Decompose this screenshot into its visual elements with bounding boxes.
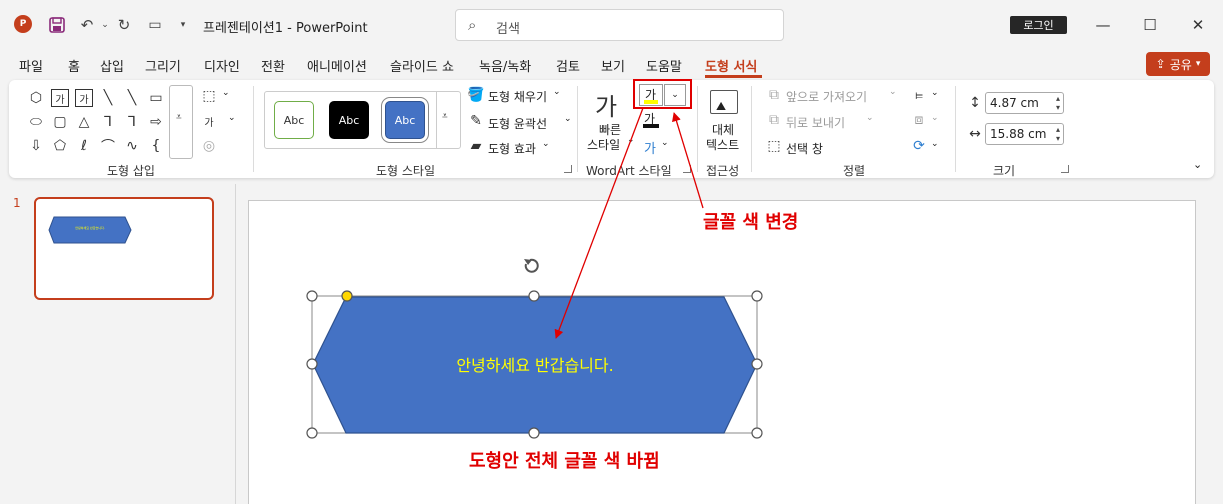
annotation-shape-text-changed: 도형안 전체 글꼴 색 바뀜 <box>469 451 660 472</box>
annotation-arrows <box>554 107 704 339</box>
annotation-font-color-change: 글꼴 색 변경 <box>703 212 799 233</box>
